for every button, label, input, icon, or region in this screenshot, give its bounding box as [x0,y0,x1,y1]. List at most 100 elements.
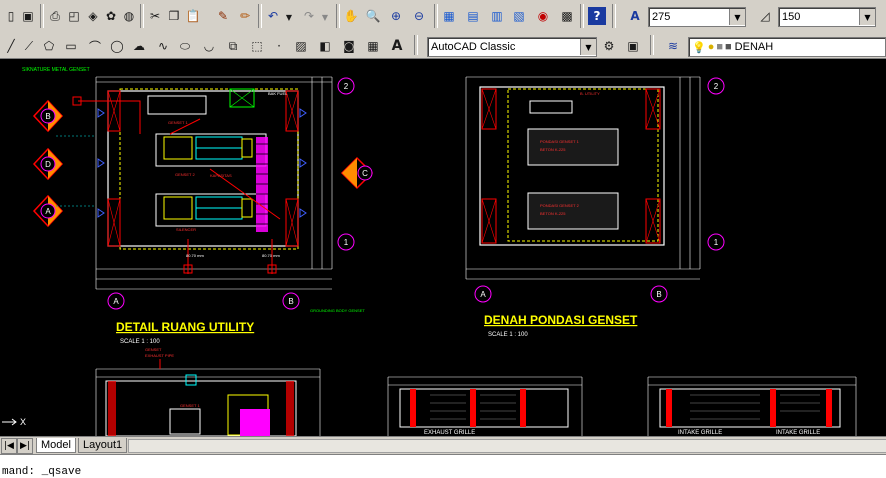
layer-combo[interactable]: 💡 ● ■ ■ DENAH [688,37,886,57]
right-plan-scale: SCALE 1 : 100 [488,332,528,338]
point-icon[interactable]: · [270,37,288,55]
chevron-down-icon[interactable]: ▼ [859,9,875,25]
text-height-combo[interactable]: 275 ▼ [648,7,746,27]
tab-model-label: Model [41,439,71,451]
command-line[interactable]: mand: _qsave [0,454,886,478]
save-icon[interactable]: ▣ [19,7,37,25]
chevron-down-icon[interactable]: ▼ [729,9,745,25]
ellipse-arc-icon[interactable]: ◡ [200,37,218,55]
separator [580,4,584,28]
properties-icon[interactable]: ▦ [440,7,458,25]
plot-icon[interactable]: ◍ [120,7,138,25]
multiline-text-icon[interactable]: A [388,37,406,55]
copy-icon[interactable]: ❐ [165,7,183,25]
layer-value: DENAH [734,41,774,53]
sheet-set-icon[interactable]: ▧ [510,7,528,25]
calculator-icon[interactable]: ▩ [558,7,576,25]
hatch-icon[interactable]: ▨ [292,37,310,55]
separator [140,4,144,28]
print-icon[interactable]: ⎙ [46,7,64,25]
gradient-icon[interactable]: ◧ [316,37,334,55]
tool-palettes-icon[interactable]: ▥ [488,7,506,25]
table-icon[interactable]: ▦ [364,37,382,55]
redo-dropdown-icon[interactable]: ▼ [316,8,334,26]
draw-toolbar: ╱ ⟋ ⬠ ▭ ⌒ ◯ ☁ ∿ ⬭ ◡ ⧉ ⬚ · ▨ ◧ ◙ ▦ A Auto… [0,34,886,59]
svg-text:GENSET: GENSET [145,347,162,352]
workspace-combo[interactable]: AutoCAD Classic ▼ [427,37,597,57]
svg-text:SIKNATURE METAL GENSET: SIKNATURE METAL GENSET [22,67,90,73]
dim-style-icon[interactable]: ◿ [756,7,774,25]
layer-color-icon: ■ [725,41,732,53]
separator [258,4,262,28]
layer-manager-icon[interactable]: ≋ [664,37,682,55]
svg-text:B. UTILITY: B. UTILITY [580,91,600,96]
spline-icon[interactable]: ∿ [154,37,172,55]
publish-icon[interactable]: ◈ [84,7,102,25]
layer-on-icon: 💡 [692,40,706,54]
pan-icon[interactable]: ✋ [342,7,360,25]
text-style-icon[interactable]: A [626,7,644,25]
grid-label-C: C [362,169,368,178]
line-icon[interactable]: ╱ [2,37,20,55]
publish-web-icon[interactable]: ✿ [102,7,120,25]
next-tab-icon[interactable]: ▶| [17,438,33,454]
polygon-icon[interactable]: ⬠ [40,37,58,55]
design-center-icon[interactable]: ▤ [464,7,482,25]
ucs-icon: X [2,417,26,427]
right-plan-title: DENAH PONDASI GENSET [484,313,638,327]
svg-text:BAK FUEL: BAK FUEL [268,91,288,96]
layout-tab-bar: |◀ ▶| Model Layout1 [0,436,886,454]
section-views: GENSETEXHAUST PIPEGENSET 1 EXHAUST GRILL… [95,347,857,436]
svg-text:80.70 mm: 80.70 mm [186,253,204,258]
ellipse-icon[interactable]: ⬭ [176,37,194,55]
cut-icon[interactable]: ✂ [146,7,164,25]
insert-block-icon[interactable]: ⧉ [224,37,242,55]
zoom-window-icon[interactable]: ⊕ [387,7,405,25]
zoom-realtime-icon[interactable]: 🔍 [364,7,382,25]
make-block-icon[interactable]: ⬚ [248,37,266,55]
region-icon[interactable]: ◙ [340,37,358,55]
svg-text:SILENCER: SILENCER [176,227,196,232]
grid-label-2: 2 [344,82,349,91]
help-icon[interactable]: ? [588,7,606,25]
grid-label-A-bottom: A [113,297,119,306]
grid-label-D: D [45,160,51,169]
arc-icon[interactable]: ⌒ [86,37,104,55]
tab-layout1[interactable]: Layout1 [78,438,128,453]
horizontal-scrollbar[interactable] [128,439,886,453]
text-height-value: 275 [652,11,671,23]
markup-icon[interactable]: ◉ [534,7,552,25]
construction-line-icon[interactable]: ⟋ [20,37,38,55]
svg-text:GENSET 2: GENSET 2 [175,172,195,177]
grid-label-1: 1 [344,238,349,247]
new-icon[interactable]: ▯ [2,7,20,25]
revision-cloud-icon[interactable]: ☁ [130,37,148,55]
standard-toolbar: ▯ ▣ ⎙ ◰ ◈ ✿ ◍ ✂ ❐ 📋 ✎ ✏ ↶ ▼ ↷ ▼ ✋ 🔍 ⊕ ⊖ … [0,0,886,35]
svg-text:GENSET 1: GENSET 1 [168,120,188,125]
paste-icon[interactable]: 📋 [184,7,202,25]
match-properties-icon[interactable]: ✎ [214,7,232,25]
workspace-save-icon[interactable]: ▣ [624,37,642,55]
separator [650,35,654,55]
svg-text:EXHAUST PIPE: EXHAUST PIPE [145,353,174,358]
plot-preview-icon[interactable]: ◰ [65,7,83,25]
first-tab-icon[interactable]: |◀ [1,438,17,454]
svg-text:BETON K-225: BETON K-225 [540,147,566,152]
dim-scale-combo[interactable]: 150 ▼ [778,7,876,27]
layer-lock-icon: ■ [716,41,724,53]
tab-model[interactable]: Model [36,438,76,453]
block-editor-icon[interactable]: ✏ [236,7,254,25]
svg-text:GROUNDING BODY GENSET: GROUNDING BODY GENSET [310,308,365,313]
ucs-x-label: X [20,417,26,427]
svg-text:PONDASI GENSET 2: PONDASI GENSET 2 [540,203,580,208]
grid-label-B-bottom: B [288,297,293,306]
workspace-settings-icon[interactable]: ⚙ [600,37,618,55]
undo-dropdown-icon[interactable]: ▼ [280,8,298,26]
drawing-canvas[interactable]: SIKNATURE METAL GENSET GENSET 1 GENSET 2… [0,59,886,436]
rectangle-icon[interactable]: ▭ [62,37,80,55]
separator [40,4,44,28]
grid-label-B-right: B [656,290,661,299]
chevron-down-icon[interactable]: ▼ [580,39,596,55]
zoom-previous-icon[interactable]: ⊖ [410,7,428,25]
circle-icon[interactable]: ◯ [108,37,126,55]
